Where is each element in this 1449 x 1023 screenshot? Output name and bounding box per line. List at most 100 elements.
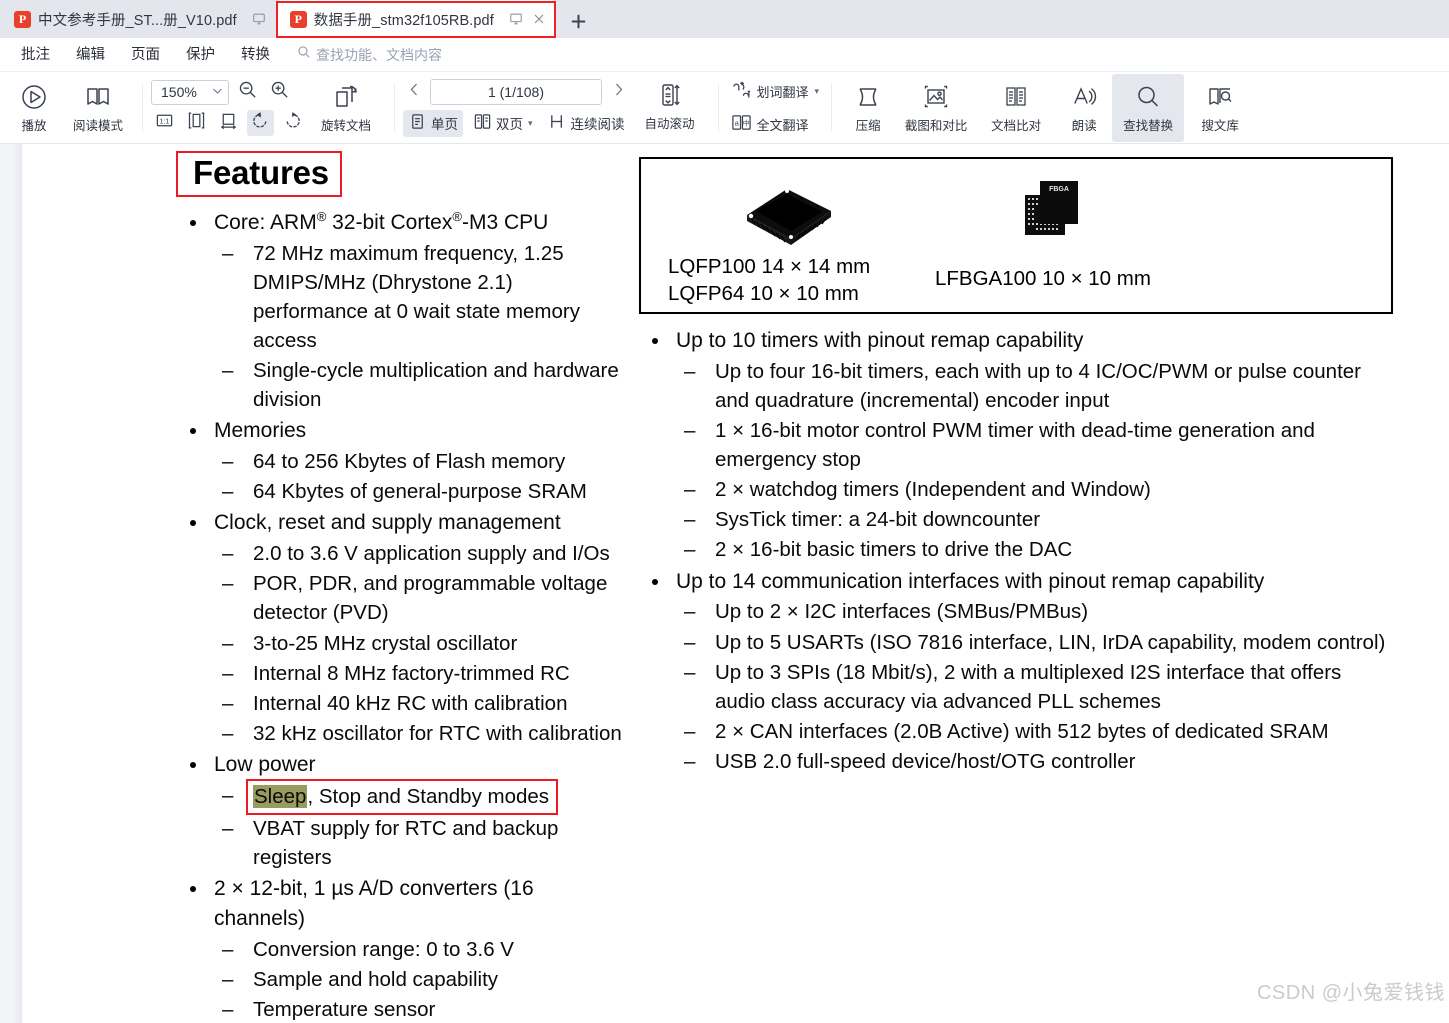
continuous-scroll-button[interactable]: 连续阅读	[543, 110, 630, 137]
search-library-button[interactable]: 搜文库	[1184, 74, 1256, 142]
tab-actions	[252, 12, 266, 26]
list-item: Clock, reset and supply management 2.0 t…	[177, 508, 630, 748]
document-viewport: Features Core: ARM® 32-bit Cortex®-M3 CP…	[0, 144, 1449, 1023]
fbga-chip-label: FBGA	[1049, 186, 1069, 193]
page-number-input[interactable]: 1 (1/108)	[430, 78, 602, 105]
read-aloud-icon	[1069, 82, 1099, 112]
global-search[interactable]: 查找功能、文档内容	[297, 45, 442, 65]
close-icon[interactable]	[532, 12, 546, 26]
lfbga-package-image: FBGA	[1013, 173, 1093, 258]
rotate-document-button[interactable]: 旋转文档	[306, 74, 386, 142]
screenshot-compare-label: 截图和对比	[904, 118, 968, 133]
document-compare-label: 文档比对	[991, 118, 1042, 133]
list-item: Internal 8 MHz factory-trimmed RC	[214, 659, 630, 688]
find-replace-label: 查找替换	[1123, 118, 1174, 133]
csdn-watermark: CSDN @小兔爱钱钱	[1256, 982, 1445, 1004]
chevron-left-icon	[408, 82, 421, 102]
tab-document-1[interactable]: P 中文参考手册_ST...册_V10.pdf	[0, 0, 276, 38]
list-item: 1 × 16-bit motor control PWM timer with …	[676, 416, 1393, 474]
list-item: Low power Sleep, Stop and Standby modes …	[177, 750, 630, 872]
read-mode-button[interactable]: 阅读模式	[62, 74, 134, 142]
bullet-text: Up to 10 timers with pinout remap capabi…	[676, 329, 1084, 352]
menu-item-annotate[interactable]: 批注	[8, 38, 63, 72]
tab-actions	[509, 12, 546, 26]
full-translate-icon: a 中	[731, 112, 752, 136]
menu-item-edit[interactable]: 编辑	[63, 38, 118, 72]
search-match-highlight: Sleep	[253, 784, 308, 808]
detach-tab-icon[interactable]	[252, 12, 266, 26]
read-aloud-button[interactable]: 朗读	[1056, 74, 1112, 142]
left-sidebar-rail[interactable]	[0, 144, 22, 1023]
page-nav-stack: 1 (1/108) 单页 双页 ▾ 连续阅读	[403, 74, 630, 142]
next-page-button[interactable]	[607, 79, 629, 105]
zoom-out-icon	[238, 80, 257, 104]
pdf-page: Features Core: ARM® 32-bit Cortex®-M3 CP…	[22, 144, 1449, 1023]
svg-text:a: a	[734, 118, 739, 127]
bullet-text: Memories	[214, 419, 307, 443]
search-input[interactable]: 查找功能、文档内容	[316, 45, 442, 65]
new-tab-button[interactable]	[556, 4, 602, 38]
list-item: Up to 14 communication interfaces with p…	[639, 567, 1393, 776]
fit-page-button[interactable]	[183, 110, 210, 136]
compress-button[interactable]: 压缩	[840, 74, 896, 142]
zoom-level-select[interactable]: 150%	[151, 79, 229, 105]
previous-page-button[interactable]	[403, 79, 425, 105]
sub-list: Up to 2 × I2C interfaces (SMBus/PMBus) U…	[676, 597, 1393, 776]
zoom-row-bottom: 1:1	[151, 110, 306, 136]
single-page-label: 单页	[431, 117, 458, 132]
compress-label: 压缩	[855, 118, 881, 133]
rotate-left-button[interactable]	[247, 110, 274, 136]
tab-label: 数据手册_stm32f105RB.pdf	[313, 12, 494, 29]
list-item: 64 to 256 Kbytes of Flash memory	[214, 447, 630, 476]
chevron-down-icon	[212, 86, 223, 98]
zoom-in-icon	[270, 80, 289, 104]
double-page-button[interactable]: 双页 ▾	[468, 110, 538, 137]
full-translate-button[interactable]: a 中 全文翻译	[727, 110, 824, 138]
menu-item-convert[interactable]: 转换	[228, 38, 283, 72]
document-compare-button[interactable]: 文档比对	[976, 74, 1056, 142]
page-columns: Features Core: ARM® 32-bit Cortex®-M3 CP…	[22, 144, 1449, 1023]
toolbar-group-zoom: 150% 1:1 旋转文档	[145, 72, 392, 143]
page-mode-row: 单页 双页 ▾ 连续阅读	[403, 109, 630, 137]
single-page-button[interactable]: 单页	[403, 109, 463, 137]
menu-bar: 批注 编辑 页面 保护 转换 查找功能、文档内容	[0, 38, 1449, 72]
actual-size-button[interactable]: 1:1	[151, 110, 178, 136]
screenshot-compare-icon	[921, 82, 951, 112]
double-page-label: 双页	[496, 117, 523, 132]
list-item: 64 Kbytes of general-purpose SRAM	[214, 477, 630, 506]
toolbar-divider	[831, 84, 833, 131]
list-item: 3-to-25 MHz crystal oscillator	[214, 629, 630, 658]
search-icon	[1133, 82, 1163, 112]
rotate-document-label: 旋转文档	[320, 118, 371, 133]
word-translate-button[interactable]: 划词翻译 ▾	[727, 77, 824, 105]
fit-width-button[interactable]	[215, 110, 242, 136]
list-item: 2.0 to 3.6 V application supply and I/Os	[214, 539, 630, 568]
sub-list: 72 MHz maximum frequency, 1.25 DMIPS/MHz…	[214, 239, 630, 415]
zoom-out-button[interactable]	[234, 79, 261, 105]
find-replace-button[interactable]: 查找替换	[1112, 73, 1185, 142]
list-item: Internal 40 kHz RC with calibration	[214, 689, 630, 718]
sub-list: 2.0 to 3.6 V application supply and I/Os…	[214, 539, 630, 748]
menu-item-protect[interactable]: 保护	[173, 38, 228, 72]
sub-list: Conversion range: 0 to 3.6 V Sample and …	[214, 935, 630, 1023]
features-heading-wrap: Features	[176, 151, 342, 197]
toolbar-group-tools: 压缩 截图和对比 文档比对 朗读 查找替换 搜文库	[834, 72, 1262, 143]
tab-document-2[interactable]: P 数据手册_stm32f105RB.pdf	[275, 0, 556, 38]
list-item: VBAT supply for RTC and backup registers	[214, 814, 630, 872]
svg-text:1:1: 1:1	[160, 117, 170, 125]
detach-tab-icon[interactable]	[509, 12, 523, 26]
zoom-in-button[interactable]	[266, 79, 293, 105]
list-item: 2 × 12-bit, 1 µs A/D converters (16 chan…	[177, 874, 630, 1023]
play-button[interactable]: 播放	[6, 74, 62, 142]
rotate-left-icon	[251, 111, 270, 135]
list-item: Single-cycle multiplication and hardware…	[214, 356, 630, 414]
play-icon	[19, 82, 49, 112]
zoom-stack: 150% 1:1	[151, 74, 306, 142]
auto-scroll-button[interactable]: 自动滚动	[630, 74, 710, 142]
rotate-right-button[interactable]	[279, 110, 306, 136]
list-item: SysTick timer: a 24-bit downcounter	[676, 505, 1393, 534]
menu-item-page[interactable]: 页面	[118, 38, 173, 72]
screenshot-compare-button[interactable]: 截图和对比	[896, 74, 976, 142]
toolbar: 播放 阅读模式 150% 1:1 旋转文档 1 (1/108) 单页 双页 ▾ …	[0, 72, 1449, 144]
bullet-text: Clock, reset and supply management	[214, 511, 561, 535]
